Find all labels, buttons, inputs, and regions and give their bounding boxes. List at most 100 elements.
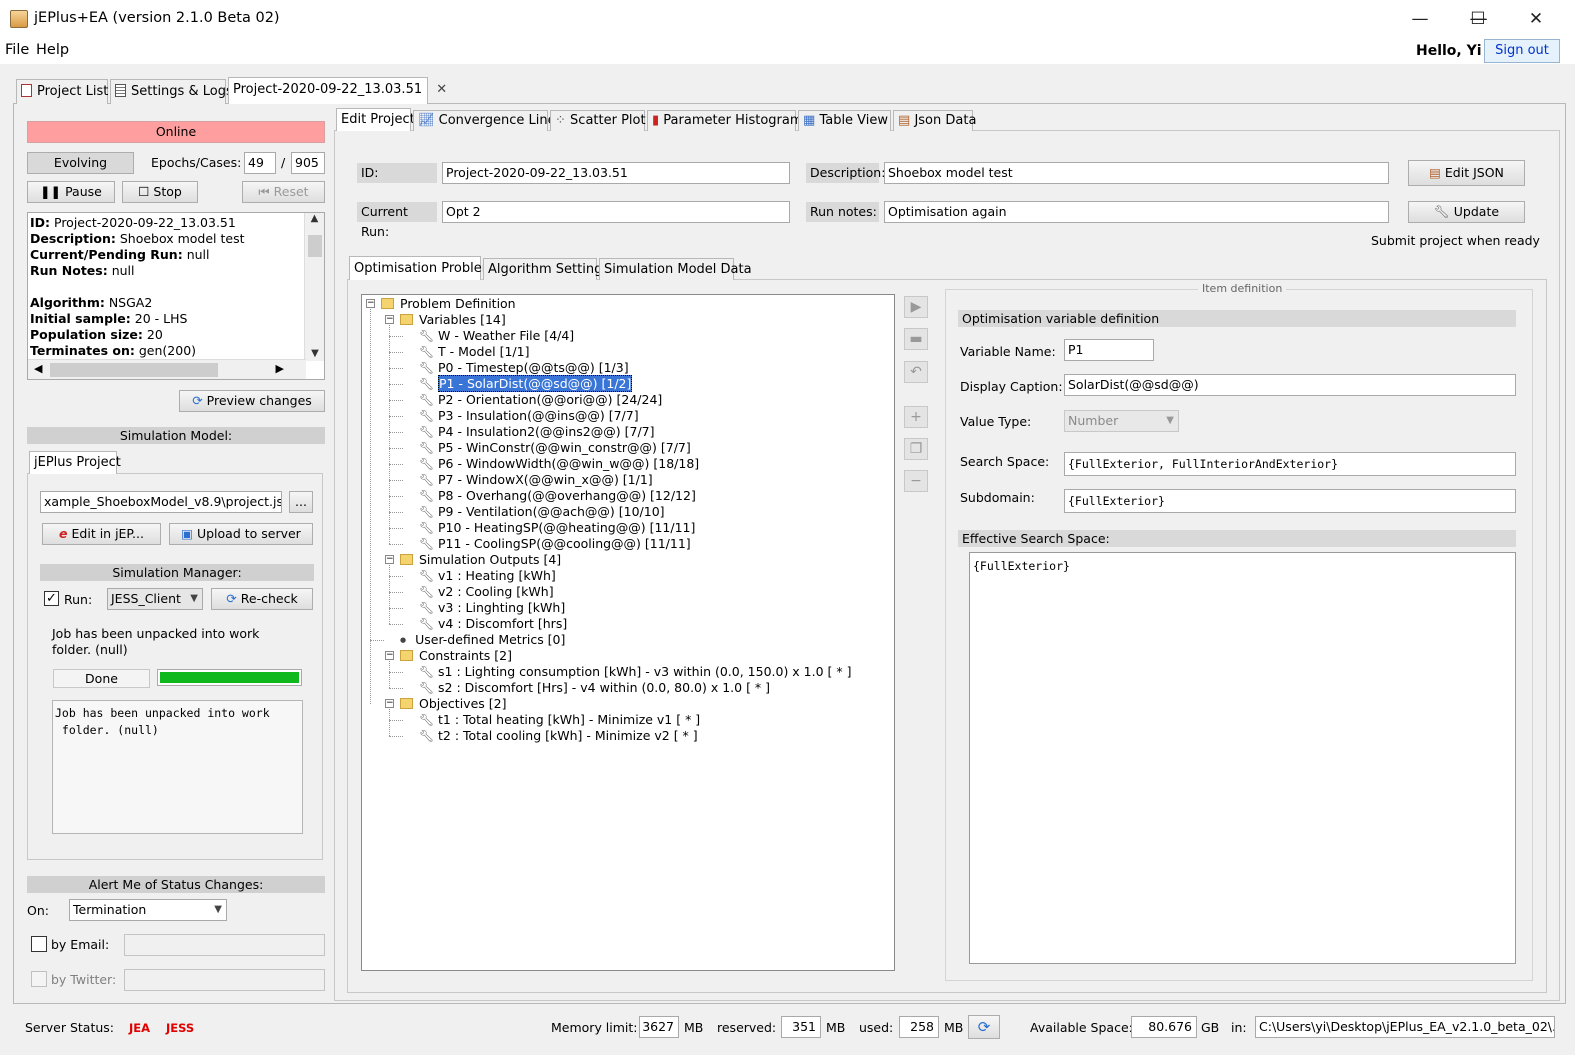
run-notes-field[interactable]: Optimisation again	[884, 201, 1389, 223]
tree-output-item[interactable]: 🔧︎ v1 : Heating [kWh]	[419, 568, 556, 584]
refresh-memory-button[interactable]: ⟳	[968, 1015, 1000, 1039]
pause-button[interactable]: ❚❚ Pause	[27, 181, 115, 203]
tab-edit-project[interactable]: Edit Project	[336, 108, 415, 131]
description-field[interactable]: Shoebox model test	[884, 162, 1389, 184]
tree-output-item[interactable]: 🔧︎ v4 : Discomfort [hrs]	[419, 616, 567, 632]
menu-file[interactable]: File	[5, 42, 29, 58]
remove-icon[interactable]: −	[904, 470, 928, 492]
tab-scatter-plot[interactable]: ⁘ Scatter Plot	[550, 110, 646, 131]
scroll-right-icon[interactable]: ▶	[276, 362, 284, 375]
tree-variable-item[interactable]: 🔧︎ P9 - Ventilation(@@ach@@) [10/10]	[419, 504, 665, 520]
tree-variable-item[interactable]: 🔧︎ P2 - Orientation(@@ori@@) [24/24]	[419, 392, 662, 408]
alert-on-select[interactable]: Termination ▼	[69, 899, 227, 921]
tree-variable-item[interactable]: 🔧︎ P6 - WindowWidth(@@win_w@@) [18/18]	[419, 456, 699, 472]
problem-tree[interactable]: − Problem Definition − Variables [14] 🔧︎ W - …	[361, 294, 895, 971]
scroll-thumb[interactable]	[308, 235, 322, 257]
search-space-field[interactable]: {FullExterior, FullInteriorAndExterior}	[1064, 452, 1516, 476]
vertical-scrollbar[interactable]: ▲ ▼	[304, 213, 324, 361]
tree-root[interactable]: Problem Definition	[381, 296, 516, 312]
tree-variable-item[interactable]: 🔧︎ P0 - Timestep(@@ts@@) [1/3]	[419, 360, 629, 376]
recheck-button[interactable]: ⟳ Re-check	[211, 588, 313, 610]
current-run-field[interactable]: Opt 2	[442, 201, 790, 223]
update-button[interactable]: 🔧︎ Update	[1408, 201, 1525, 223]
close-window-button[interactable]: ✕	[1513, 5, 1559, 33]
tab-table-view[interactable]: ▦ Table View	[798, 110, 891, 131]
email-field[interactable]	[124, 934, 325, 956]
tree-variable-item[interactable]: 🔧︎ P8 - Overhang(@@overhang@@) [12/12]	[419, 488, 696, 504]
tab-optimisation-problem[interactable]: Optimisation Problem	[349, 256, 494, 280]
undo-icon[interactable]: ↶	[904, 361, 928, 383]
tree-objectives[interactable]: Objectives [2]	[400, 696, 506, 712]
edit-json-button[interactable]: ▤ Edit JSON	[1408, 160, 1525, 186]
tree-constraints[interactable]: Constraints [2]	[400, 648, 512, 664]
edit-in-jeplus-button[interactable]: e Edit in jEP...	[42, 523, 161, 545]
email-checkbox[interactable]	[31, 936, 47, 952]
run-client-select[interactable]: JESS_Client ▼	[107, 588, 203, 610]
forward-icon[interactable]: ▶	[904, 296, 928, 318]
tree-constraint-item[interactable]: 🔧︎ s1 : Lighting consumption [kWh] - v3 w…	[419, 664, 851, 680]
tree-constraint-item[interactable]: 🔧︎ s2 : Discomfort [Hrs] - v4 within (0.0…	[419, 680, 770, 696]
collapse-toggle-icon[interactable]: −	[385, 651, 394, 660]
tree-output-item[interactable]: 🔧︎ v2 : Cooling [kWh]	[419, 584, 554, 600]
project-path-field[interactable]: xample_ShoeboxModel_v8.9\project.json	[40, 491, 282, 513]
work-path-field[interactable]: C:\Users\yi\Desktop\jEPlus_EA_v2.1.0_bet…	[1255, 1016, 1555, 1038]
browse-button[interactable]: ...	[289, 491, 313, 513]
reset-button[interactable]: ⏮ Reset	[242, 181, 325, 203]
tab-simulation-model-data[interactable]: Simulation Model Data	[599, 258, 752, 280]
tree-variable-item[interactable]: 🔧︎ P4 - Insulation2(@@ins2@@) [7/7]	[419, 424, 654, 440]
tree-outputs[interactable]: Simulation Outputs [4]	[400, 552, 561, 568]
h-scroll-thumb[interactable]	[50, 363, 218, 377]
stop-button[interactable]: ☐ Stop	[122, 181, 198, 203]
maximize-button[interactable]: ☐	[1455, 5, 1501, 33]
tree-objective-item[interactable]: 🔧︎ t2 : Total cooling [kWh] - Minimize v2…	[419, 728, 698, 744]
subdomain-field[interactable]: {FullExterior}	[1064, 489, 1516, 513]
tree-variable-item[interactable]: 🔧︎ P5 - WinConstr(@@win_constr@@) [7/7]	[419, 440, 691, 456]
tree-variable-item[interactable]: 🔧︎ P1 - SolarDist(@@sd@@) [1/2]	[419, 375, 633, 392]
tab-settings-logs[interactable]: Settings & Logs	[110, 79, 233, 104]
display-caption-field[interactable]: SolarDist(@@sd@@)	[1064, 374, 1516, 396]
upload-to-server-button[interactable]: ▣ Upload to server	[169, 523, 313, 545]
collapse-toggle-icon[interactable]: −	[366, 299, 375, 308]
collapse-toggle-icon[interactable]: −	[385, 555, 394, 564]
project-info-panel[interactable]: ID: Project-2020-09-22_13.03.51 Descripti…	[27, 212, 325, 380]
tree-output-item[interactable]: 🔧︎ v3 : Linghting [kWh]	[419, 600, 565, 616]
variable-name-field[interactable]: P1	[1064, 339, 1154, 361]
minimize-button[interactable]: —	[1397, 5, 1443, 33]
close-icon[interactable]: ✕	[436, 82, 447, 97]
tree-metrics[interactable]: ● User-defined Metrics [0]	[400, 632, 565, 648]
effective-search-space-area[interactable]: {FullExterior}	[969, 552, 1516, 964]
tab-jeplus-project[interactable]: jEPlus Project	[29, 451, 121, 474]
scroll-left-icon[interactable]: ◀	[34, 362, 42, 375]
folder-icon[interactable]: ▬	[904, 328, 928, 350]
horizontal-scrollbar[interactable]: ◀ ▶	[28, 359, 306, 379]
tree-variable-item[interactable]: 🔧︎ T - Model [1/1]	[419, 344, 529, 360]
tab-project-list[interactable]: Project List	[16, 79, 108, 104]
tree-objective-item[interactable]: 🔧︎ t1 : Total heating [kWh] - Minimize v1…	[419, 712, 700, 728]
collapse-toggle-icon[interactable]: −	[385, 699, 394, 708]
value-type-select[interactable]: Number ▼	[1064, 410, 1179, 432]
tab-json-data[interactable]: ▤ Json Data	[893, 110, 976, 131]
sign-out-button[interactable]: Sign out	[1484, 39, 1560, 63]
scroll-up-icon[interactable]: ▲	[305, 213, 324, 224]
tab-parameter-histogram[interactable]: ▮ Parameter Histogram	[647, 110, 803, 131]
twitter-field[interactable]	[124, 969, 325, 991]
epochs-field[interactable]: 49	[244, 152, 276, 174]
preview-changes-button[interactable]: ⟳ Preview changes	[179, 390, 325, 412]
twitter-checkbox[interactable]	[31, 971, 47, 987]
tree-variable-item[interactable]: 🔧︎ P11 - CoolingSP(@@cooling@@) [11/11]	[419, 536, 691, 552]
job-log-area[interactable]: Job has been unpacked into work folder. …	[52, 700, 303, 834]
run-checkbox[interactable]: ✓	[44, 591, 59, 606]
tree-variable-item[interactable]: 🔧︎ W - Weather File [4/4]	[419, 328, 574, 344]
id-field[interactable]: Project-2020-09-22_13.03.51	[442, 162, 790, 184]
tab-algorithm-settings[interactable]: Algorithm Settings	[483, 258, 609, 280]
tab-project[interactable]: Project-2020-09-22_13.03.51 ✕	[228, 77, 447, 104]
scroll-down-icon[interactable]: ▼	[305, 348, 325, 359]
tree-variable-item[interactable]: 🔧︎ P10 - HeatingSP(@@heating@@) [11/11]	[419, 520, 695, 536]
add-icon[interactable]: +	[904, 406, 928, 428]
tree-variables[interactable]: Variables [14]	[400, 312, 506, 328]
copy-icon[interactable]: ❐	[904, 438, 928, 460]
tree-variable-item[interactable]: 🔧︎ P7 - WindowX(@@win_x@@) [1/1]	[419, 472, 653, 488]
tree-variable-item[interactable]: 🔧︎ P3 - Insulation(@@ins@@) [7/7]	[419, 408, 639, 424]
cases-field[interactable]: 905	[291, 152, 325, 174]
tab-convergence-lines[interactable]: 📈︎ Convergence Lines	[413, 110, 562, 131]
